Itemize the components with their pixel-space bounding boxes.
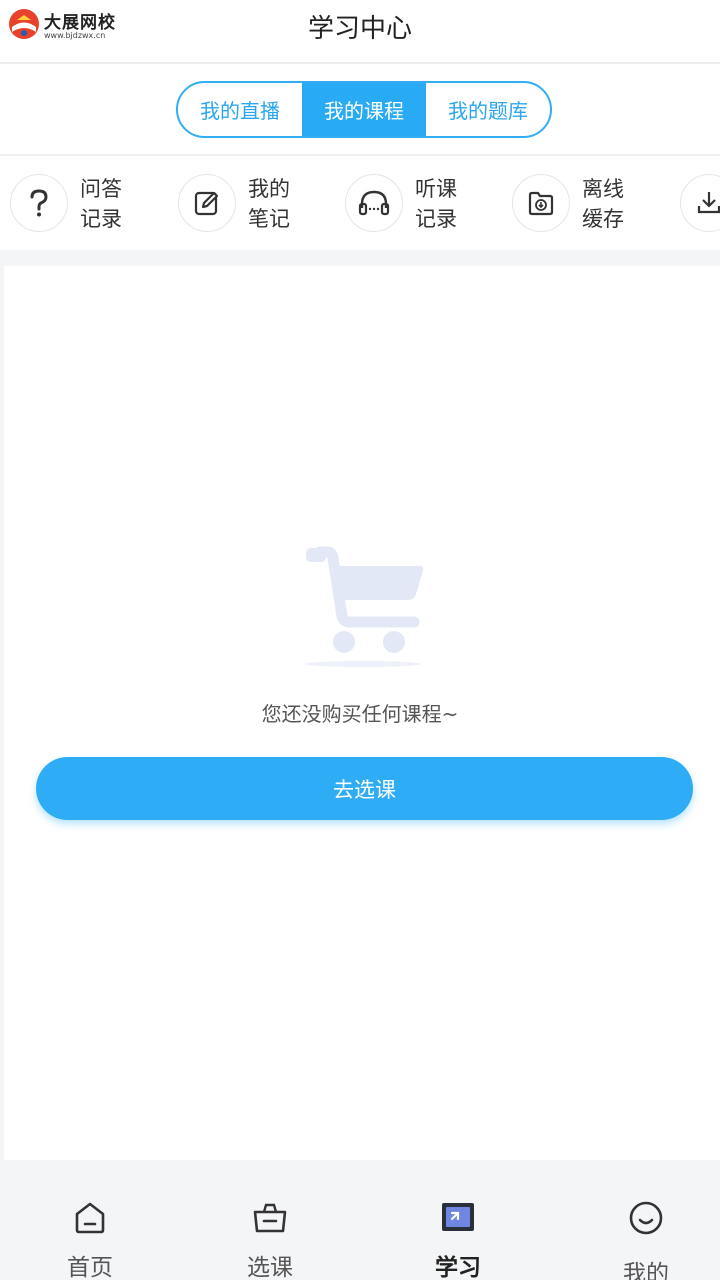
- question-icon: [30, 189, 48, 217]
- bottom-nav: 首页 选课 学习 我的: [0, 1160, 720, 1280]
- quick-link-label: 离线: [582, 177, 624, 201]
- nav-study[interactable]: 学习: [368, 1160, 548, 1280]
- edit-note-icon: [194, 191, 219, 216]
- nav-label: 选课: [247, 1255, 293, 1280]
- quick-link-label: 笔记: [248, 207, 290, 231]
- home-icon: [75, 1202, 105, 1234]
- nav-label: 首页: [67, 1255, 113, 1280]
- nav-label: 学习: [435, 1255, 481, 1280]
- tab-my-courses[interactable]: 我的课程: [302, 83, 426, 136]
- nav-home[interactable]: 首页: [0, 1160, 180, 1280]
- quick-link-label: 我的: [248, 177, 290, 201]
- quick-link-label: 问答: [80, 177, 122, 201]
- course-tabs: 我的直播 我的课程 我的题库: [176, 81, 552, 138]
- quick-link-label: 记录: [415, 207, 457, 231]
- basket-icon: [253, 1203, 287, 1233]
- quick-links: 问答 记录 我的 笔记 听课 记录 离线 缓存: [0, 156, 720, 250]
- nav-label: 我的: [623, 1261, 669, 1280]
- smile-icon: [629, 1201, 663, 1235]
- nav-mine[interactable]: 我的: [556, 1160, 720, 1280]
- empty-message: 您还没购买任何课程~: [261, 702, 459, 726]
- quick-link-label: 缓存: [582, 207, 624, 231]
- tab-my-live[interactable]: 我的直播: [178, 83, 302, 136]
- section-gap: [0, 250, 720, 266]
- nav-choose-course[interactable]: 选课: [180, 1160, 360, 1280]
- app-header: 大展网校 www.bjdzwx.cn 学习中心: [0, 0, 720, 64]
- choose-course-button[interactable]: 去选课: [36, 757, 693, 820]
- study-icon: [442, 1203, 474, 1231]
- download-icon: [697, 192, 720, 214]
- quick-link-label: 听课: [415, 177, 457, 201]
- headphones-icon: [358, 190, 390, 216]
- tab-my-question-bank[interactable]: 我的题库: [426, 83, 550, 136]
- quick-link-label: 记录: [80, 207, 122, 231]
- folder-download-icon: [528, 191, 554, 216]
- page-title: 学习中心: [307, 14, 412, 44]
- cart-icon: [305, 546, 424, 667]
